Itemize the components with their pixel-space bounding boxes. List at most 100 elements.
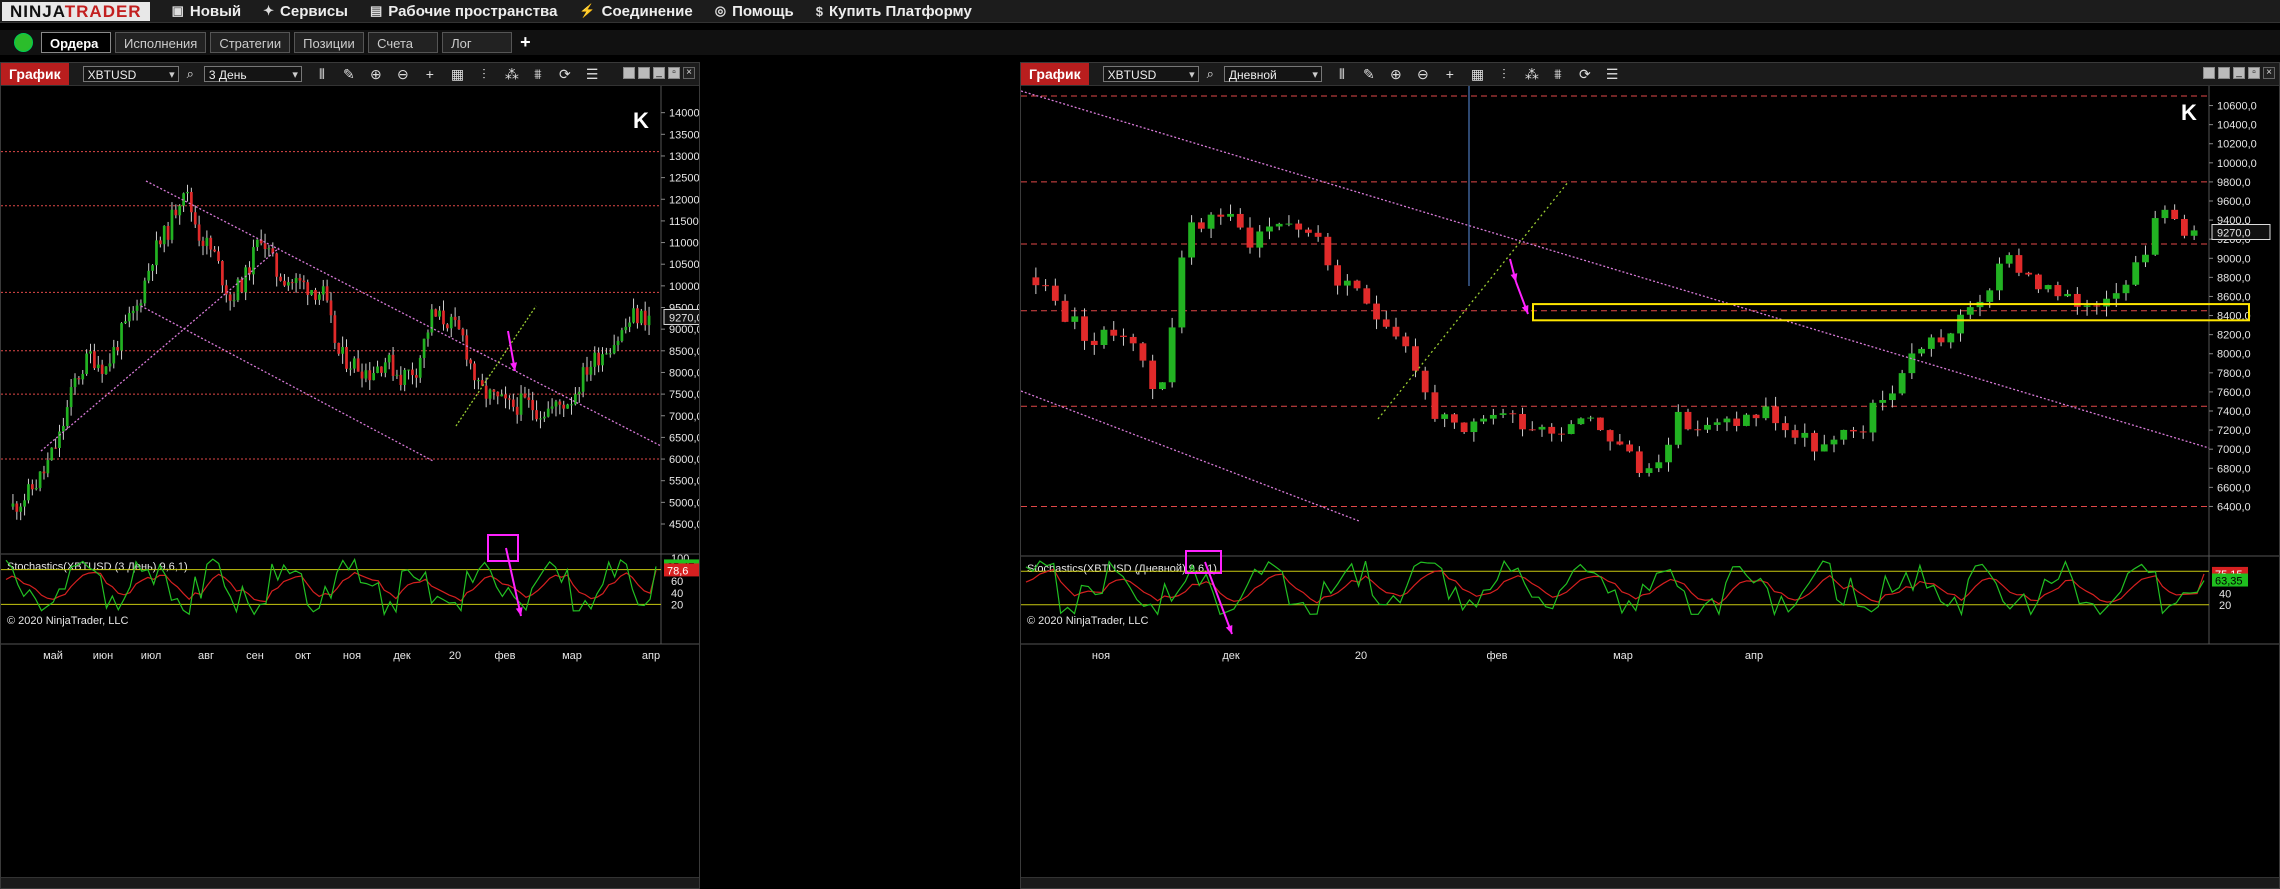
close-icon[interactable]: ×	[683, 67, 695, 79]
chart-label[interactable]: График	[1, 63, 69, 85]
window-tile-icon[interactable]	[2203, 67, 2215, 79]
menu-workspaces[interactable]: ▤ Рабочие пространства	[370, 3, 557, 20]
minimize-icon[interactable]: _	[2233, 67, 2245, 79]
pencil-icon[interactable]: ✎	[343, 66, 355, 83]
zoom-in-icon[interactable]: ⊕	[370, 66, 382, 83]
connection-status-icon[interactable]	[14, 33, 33, 52]
add-tab-button[interactable]: +	[520, 32, 531, 53]
tab-accounts[interactable]: Счета	[368, 32, 439, 53]
bars-icon[interactable]: ⫴	[1336, 66, 1348, 83]
pencil-icon[interactable]: ✎	[1363, 66, 1375, 83]
period-select[interactable]: 3 День	[203, 66, 302, 83]
period-select[interactable]: Дневной	[1223, 66, 1322, 83]
stochastics-tick-label: 20	[2219, 600, 2231, 612]
indicators-icon[interactable]: ⫶	[1498, 66, 1510, 83]
menu-connection[interactable]: ⚡ Соединение	[579, 3, 692, 20]
bearish-candle	[166, 225, 170, 240]
tab-orders[interactable]: Ордера	[41, 32, 111, 53]
bullish-candle	[1499, 413, 1507, 415]
bearish-candle	[213, 249, 216, 252]
bullish-candle	[1840, 429, 1848, 440]
price-tick-label: 12000,0	[669, 194, 699, 206]
bars-icon[interactable]: ⫴	[316, 66, 328, 83]
search-icon[interactable]: ⌕	[187, 66, 194, 82]
crosshair-icon[interactable]: +	[424, 66, 436, 83]
search-icon[interactable]: ⌕	[1207, 66, 1214, 82]
bearish-candle	[30, 484, 34, 490]
uptrend-line	[1377, 180, 1570, 420]
tab-executions[interactable]: Исполнения	[115, 32, 207, 53]
bullish-candle	[178, 205, 182, 216]
chart-label[interactable]: График	[1021, 63, 1089, 85]
properties-icon[interactable]: ▦	[451, 66, 464, 83]
price-tick-label: 6600,0	[2217, 482, 2251, 494]
price-tick-label: 5000,0	[669, 497, 699, 509]
properties-icon[interactable]: ▦	[1471, 66, 1484, 83]
bullish-candle	[11, 503, 15, 507]
bearish-candle	[158, 240, 162, 245]
refresh-icon[interactable]: ⟳	[559, 66, 571, 83]
maximize-icon[interactable]: ▫	[668, 67, 680, 79]
bearish-candle	[201, 240, 205, 246]
services-icon: ✦	[263, 3, 275, 18]
bullish-candle	[34, 487, 38, 490]
bullish-candle	[1275, 223, 1283, 227]
strategies-icon[interactable]: ⁂	[505, 66, 519, 83]
drawing-objects-icon[interactable]: ⩩	[532, 66, 544, 83]
bearish-candle	[1733, 418, 1741, 426]
instrument-select[interactable]: XBTUSD	[82, 66, 179, 83]
bullish-candle	[418, 357, 422, 378]
bullish-candle	[73, 378, 77, 388]
chart-canvas-right[interactable]: 10600,0 10400,0 10200,0 10000,0 9800,0 9600,0…	[1021, 86, 2279, 878]
refresh-icon[interactable]: ⟳	[1579, 66, 1591, 83]
strategies-icon[interactable]: ⁂	[1525, 66, 1539, 83]
price-tick-label: 9000,0	[2217, 253, 2251, 265]
chart-panel-right: График XBTUSD ⌕ Дневной ⫴ ✎ ⊕ ⊖ + ▦ ⫶ ⁂ …	[1020, 62, 2280, 889]
downtrend-channel-lower	[140, 305, 434, 462]
time-axis-label: ноя	[343, 650, 361, 662]
menu-new[interactable]: ▣ Новый	[172, 3, 242, 20]
downtrend-channel-lower	[1021, 390, 1360, 522]
window-stack-icon[interactable]	[638, 67, 650, 79]
maximize-icon[interactable]: ▫	[2248, 67, 2260, 79]
bullish-candle	[550, 406, 554, 409]
bullish-candle	[2122, 284, 2130, 294]
time-axis-label: 20	[449, 650, 461, 662]
tab-positions[interactable]: Позиции	[294, 32, 365, 53]
window-tile-icon[interactable]	[623, 67, 635, 79]
horizontal-scrollbar-left[interactable]	[1, 877, 699, 888]
bullish-candle	[81, 373, 85, 380]
minimize-icon[interactable]: _	[653, 67, 665, 79]
drawing-objects-icon[interactable]: ⩩	[1552, 66, 1564, 83]
zoom-in-icon[interactable]: ⊕	[1390, 66, 1402, 83]
chart-canvas-left[interactable]: 14000,0 13500,0 13000,0 12500,0 12000,0 11500…	[1, 86, 699, 878]
zoom-out-icon[interactable]: ⊖	[397, 66, 409, 83]
menu-buy[interactable]: $ Купить Платформу	[816, 3, 972, 20]
price-tick-label: 9000,0	[669, 324, 699, 336]
tab-strategies[interactable]: Стратегии	[210, 32, 291, 53]
bearish-candle	[1937, 337, 1945, 343]
menu-services[interactable]: ✦ Сервисы	[263, 3, 348, 20]
bullish-candle	[321, 286, 325, 295]
bearish-candle	[2054, 285, 2062, 297]
instrument-select[interactable]: XBTUSD	[1102, 66, 1199, 83]
short-trendline	[455, 305, 537, 427]
horizontal-scrollbar-right[interactable]	[1021, 877, 2279, 888]
bullish-candle	[135, 305, 139, 311]
bullish-candle	[1158, 382, 1166, 390]
bearish-candle	[54, 447, 57, 449]
time-axis-label: ноя	[1092, 650, 1110, 662]
window-stack-icon[interactable]	[2218, 67, 2230, 79]
crosshair-icon[interactable]: +	[1444, 66, 1456, 83]
tab-log[interactable]: Лог	[442, 32, 513, 53]
data-box-icon[interactable]: ☰	[586, 66, 599, 83]
close-icon[interactable]: ×	[2263, 67, 2275, 79]
data-box-icon[interactable]: ☰	[1606, 66, 1619, 83]
bearish-candle	[1032, 277, 1040, 286]
indicators-icon[interactable]: ⫶	[478, 66, 490, 83]
zoom-out-icon[interactable]: ⊖	[1417, 66, 1429, 83]
bullish-candle	[438, 310, 441, 317]
menu-help[interactable]: ◎ Помощь	[715, 3, 794, 20]
bullish-candle	[1538, 426, 1546, 430]
time-axis-label: мар	[1613, 650, 1633, 662]
